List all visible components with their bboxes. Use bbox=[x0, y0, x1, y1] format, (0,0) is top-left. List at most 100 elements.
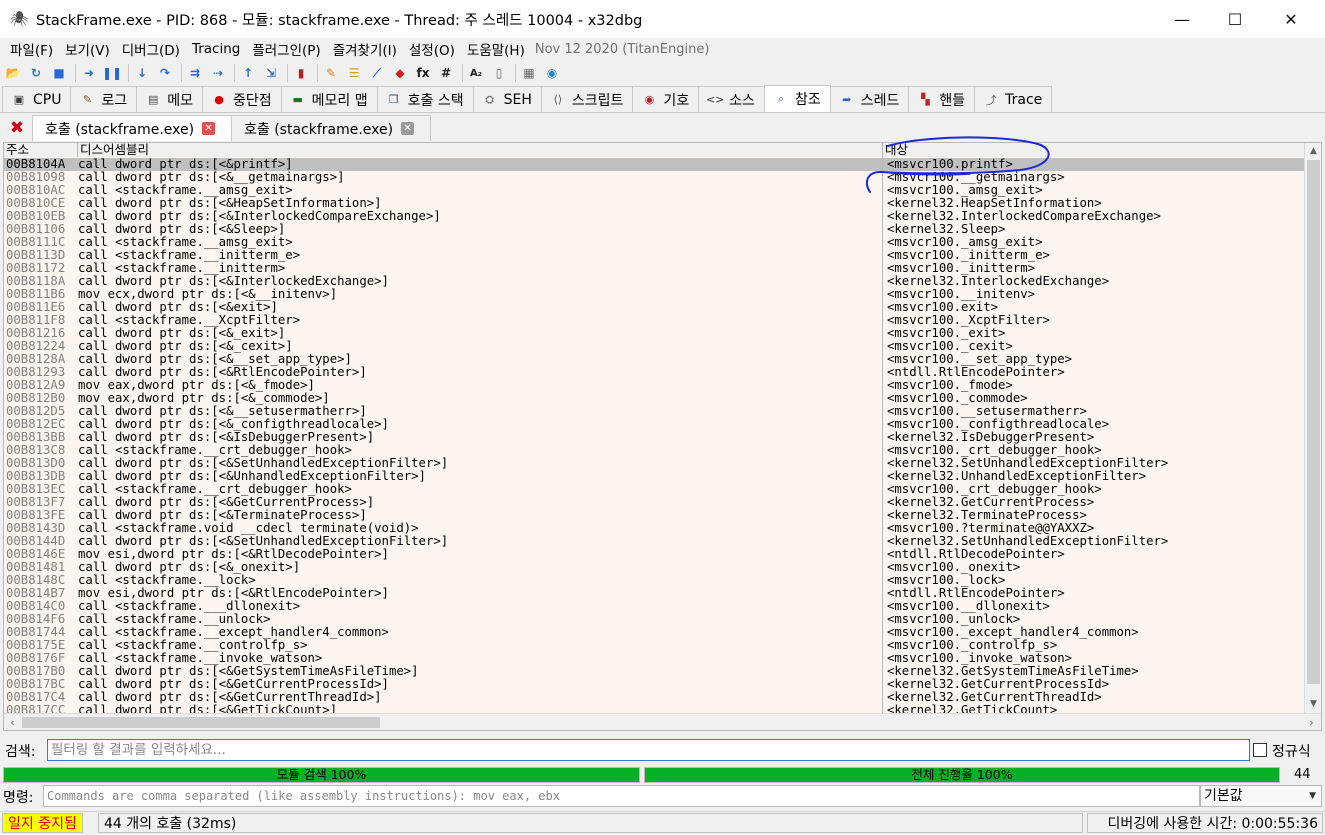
table-row[interactable]: 00B8148C call <stackframe.__lock> <msvcr10… bbox=[4, 574, 1304, 587]
table-row[interactable]: 00B814C0 call <stackframe.___dllonexit> <m… bbox=[4, 600, 1304, 613]
table-row[interactable]: 00B8175E call <stackframe.__controlfp_s> <… bbox=[4, 639, 1304, 652]
run-icon[interactable]: ➜ bbox=[80, 64, 98, 82]
step-over-icon[interactable]: ↷ bbox=[156, 64, 174, 82]
table-row[interactable]: 00B8143D call <stackframe.void __cdecl te… bbox=[4, 522, 1304, 535]
column-header-disassembly[interactable]: 디스어셈블리 bbox=[78, 143, 883, 157]
tab-seh[interactable]: ⛭ SEH bbox=[472, 86, 542, 112]
tab-handles[interactable]: ▚ 핸들 bbox=[908, 86, 976, 112]
table-row[interactable]: 00B810EB call dword ptr ds:[<&Interlocked… bbox=[4, 210, 1304, 223]
table-row[interactable]: 00B8128A call dword ptr ds:[<&__set_app_t… bbox=[4, 353, 1304, 366]
scroll-left-icon[interactable]: ‹ bbox=[4, 714, 21, 730]
scylla-icon[interactable]: ▮ bbox=[292, 64, 310, 82]
table-row[interactable]: 00B8146E mov esi,dword ptr ds:[<&RtlDecod… bbox=[4, 548, 1304, 561]
table-row[interactable]: 00B81481 call dword ptr ds:[<&_onexit>] <m… bbox=[4, 561, 1304, 574]
close-all-tabs-button[interactable]: ✖ bbox=[2, 115, 32, 141]
tab-script[interactable]: ⟨⟩ 스크립트 bbox=[540, 86, 634, 112]
table-row[interactable]: 00B812A9 mov eax,dword ptr ds:[<&_fmode>]… bbox=[4, 379, 1304, 392]
table-row[interactable]: 00B81172 call <stackframe.__initterm> <msv… bbox=[4, 262, 1304, 275]
menu-tracing[interactable]: Tracing bbox=[186, 41, 246, 57]
table-row[interactable]: 00B812D5 call dword ptr ds:[<&__setuserma… bbox=[4, 405, 1304, 418]
table-row[interactable]: 00B817CC call dword ptr ds:[<&GetTickCoun… bbox=[4, 704, 1304, 714]
run-to-user-code-icon[interactable]: ⇲ bbox=[262, 64, 280, 82]
tab-source[interactable]: <> 소스 bbox=[698, 86, 765, 112]
menu-plugins[interactable]: 플러그인(P) bbox=[246, 39, 326, 59]
menu-help[interactable]: 도움말(H) bbox=[461, 39, 531, 59]
table-row[interactable]: 00B811E6 call dword ptr ds:[<&exit>] <msvc… bbox=[4, 301, 1304, 314]
table-row[interactable]: 00B817BC call dword ptr ds:[<&GetCurrentP… bbox=[4, 678, 1304, 691]
table-row[interactable]: 00B811F8 call <stackframe.__XcptFilter> <m… bbox=[4, 314, 1304, 327]
table-row[interactable]: 00B813FE call dword ptr ds:[<&TerminatePr… bbox=[4, 509, 1304, 522]
table-row[interactable]: 00B817C4 call dword ptr ds:[<&GetCurrentT… bbox=[4, 691, 1304, 704]
maximize-button[interactable]: ☐ bbox=[1212, 0, 1258, 38]
table-row[interactable]: 00B813C8 call <stackframe.__crt_debugger_… bbox=[4, 444, 1304, 457]
table-row[interactable]: 00B81224 call dword ptr ds:[<&_cexit>] <ms… bbox=[4, 340, 1304, 353]
variables-icon[interactable]: # bbox=[437, 64, 455, 82]
tab-breakpoint[interactable]: ● 중단점 bbox=[202, 86, 282, 112]
menu-debug[interactable]: 디버그(D) bbox=[116, 39, 186, 59]
horizontal-scroll-thumb[interactable] bbox=[22, 717, 380, 728]
column-header-address[interactable]: 주소 bbox=[4, 143, 78, 157]
tab-threads[interactable]: ➦ 스레드 bbox=[829, 86, 910, 112]
table-row[interactable]: 00B810AC call <stackframe.__amsg_exit> <ms… bbox=[4, 184, 1304, 197]
table-row[interactable]: 00B810CE call dword ptr ds:[<&HeapSetInfo… bbox=[4, 197, 1304, 210]
table-row[interactable]: 00B812EC call dword ptr ds:[<&_configthre… bbox=[4, 418, 1304, 431]
calculator-icon[interactable]: ▦ bbox=[520, 64, 538, 82]
menu-view[interactable]: 보기(V) bbox=[59, 39, 116, 59]
table-row[interactable]: 00B813EC call <stackframe.__crt_debugger_… bbox=[4, 483, 1304, 496]
open-icon[interactable]: 📂 bbox=[4, 64, 22, 82]
table-row[interactable]: 00B81293 call dword ptr ds:[<&RtlEncodePo… bbox=[4, 366, 1304, 379]
tab-trace[interactable]: ⤴ Trace bbox=[974, 86, 1053, 112]
search-input[interactable] bbox=[47, 739, 1250, 761]
table-row[interactable]: 00B812B0 mov eax,dword ptr ds:[<&_commode… bbox=[4, 392, 1304, 405]
table-row[interactable]: 00B8104A call dword ptr ds:[<&printf>] <ms… bbox=[4, 158, 1304, 171]
bookmarks-icon[interactable]: ◆ bbox=[391, 64, 409, 82]
table-row[interactable]: 00B813DB call dword ptr ds:[<&UnhandledEx… bbox=[4, 470, 1304, 483]
subtab-calls-1[interactable]: 호출 (stackframe.exe) ✕ bbox=[32, 115, 232, 141]
tab-references[interactable]: ⌕ 참조 bbox=[763, 85, 831, 112]
table-row[interactable]: 00B81216 call dword ptr ds:[<&_exit>] <msv… bbox=[4, 327, 1304, 340]
table-row[interactable]: 00B8113D call <stackframe.__initterm_e> <m… bbox=[4, 249, 1304, 262]
command-input[interactable] bbox=[43, 785, 1200, 807]
menu-options[interactable]: 설정(O) bbox=[403, 39, 461, 59]
menu-file[interactable]: 파일(F) bbox=[4, 39, 59, 59]
table-row[interactable]: 00B811B6 mov ecx,dword ptr ds:[<&__initen… bbox=[4, 288, 1304, 301]
column-header-destination[interactable]: 대상 bbox=[883, 143, 1304, 157]
close-button[interactable]: ✕ bbox=[1268, 0, 1314, 38]
close-tab-icon[interactable]: ✕ bbox=[401, 122, 415, 135]
table-row[interactable]: 00B813D0 call dword ptr ds:[<&SetUnhandle… bbox=[4, 457, 1304, 470]
scroll-down-icon[interactable]: ▼ bbox=[1305, 696, 1321, 712]
tab-cpu[interactable]: ▣ CPU bbox=[2, 86, 72, 112]
menu-favourites[interactable]: 즐겨찾기(I) bbox=[327, 39, 403, 59]
tab-call-stack[interactable]: ❐ 호출 스택 bbox=[376, 86, 474, 112]
tab-memory-map[interactable]: ▬ 메모리 맵 bbox=[280, 86, 378, 112]
tab-log[interactable]: ✎ 로그 bbox=[70, 86, 138, 112]
table-row[interactable]: 00B813BB call dword ptr ds:[<&IsDebuggerP… bbox=[4, 431, 1304, 444]
trace-into-icon[interactable]: ⇉ bbox=[186, 64, 204, 82]
tab-notes[interactable]: ▤ 메모 bbox=[136, 86, 203, 112]
table-row[interactable]: 00B8118A call dword ptr ds:[<&Interlocked… bbox=[4, 275, 1304, 288]
patches-icon[interactable]: ✎ bbox=[322, 64, 340, 82]
table-row[interactable]: 00B81106 call dword ptr ds:[<&Sleep>] <ker… bbox=[4, 223, 1304, 236]
vertical-scrollbar[interactable]: ▲ ▼ bbox=[1304, 143, 1321, 713]
table-row[interactable]: 00B8111C call <stackframe.__amsg_exit> <ms… bbox=[4, 236, 1304, 249]
subtab-calls-2[interactable]: 호출 (stackframe.exe) ✕ bbox=[231, 115, 431, 141]
comments-icon[interactable]: ☰ bbox=[345, 64, 363, 82]
table-row[interactable]: 00B813F7 call dword ptr ds:[<&GetCurrentP… bbox=[4, 496, 1304, 509]
table-row[interactable]: 00B817B0 call dword ptr ds:[<&GetSystemTi… bbox=[4, 665, 1304, 678]
horizontal-scrollbar[interactable]: ‹ › bbox=[4, 713, 1321, 730]
trace-over-icon[interactable]: ⇢ bbox=[209, 64, 227, 82]
scroll-right-icon[interactable]: › bbox=[1303, 714, 1320, 730]
table-row[interactable]: 00B81098 call dword ptr ds:[<&__getmainar… bbox=[4, 171, 1304, 184]
functions-icon[interactable]: fx bbox=[414, 64, 432, 82]
table-row[interactable]: 00B8144D call dword ptr ds:[<&SetUnhandle… bbox=[4, 535, 1304, 548]
table-row[interactable]: 00B81744 call <stackframe.__except_handle… bbox=[4, 626, 1304, 639]
pause-icon[interactable]: ❚❚ bbox=[102, 64, 122, 82]
table-row[interactable]: 00B8176F call <stackframe.__invoke_watson… bbox=[4, 652, 1304, 665]
restart-icon[interactable]: ↻ bbox=[27, 64, 45, 82]
stop-icon[interactable]: ■ bbox=[50, 64, 68, 82]
memory-icon[interactable]: ▯ bbox=[490, 64, 508, 82]
strings-icon[interactable]: A₂ bbox=[467, 64, 485, 82]
regex-checkbox[interactable] bbox=[1253, 743, 1267, 757]
table-row[interactable]: 00B814B7 mov esi,dword ptr ds:[<&RtlEncod… bbox=[4, 587, 1304, 600]
execute-till-return-icon[interactable]: ↑ bbox=[239, 64, 257, 82]
